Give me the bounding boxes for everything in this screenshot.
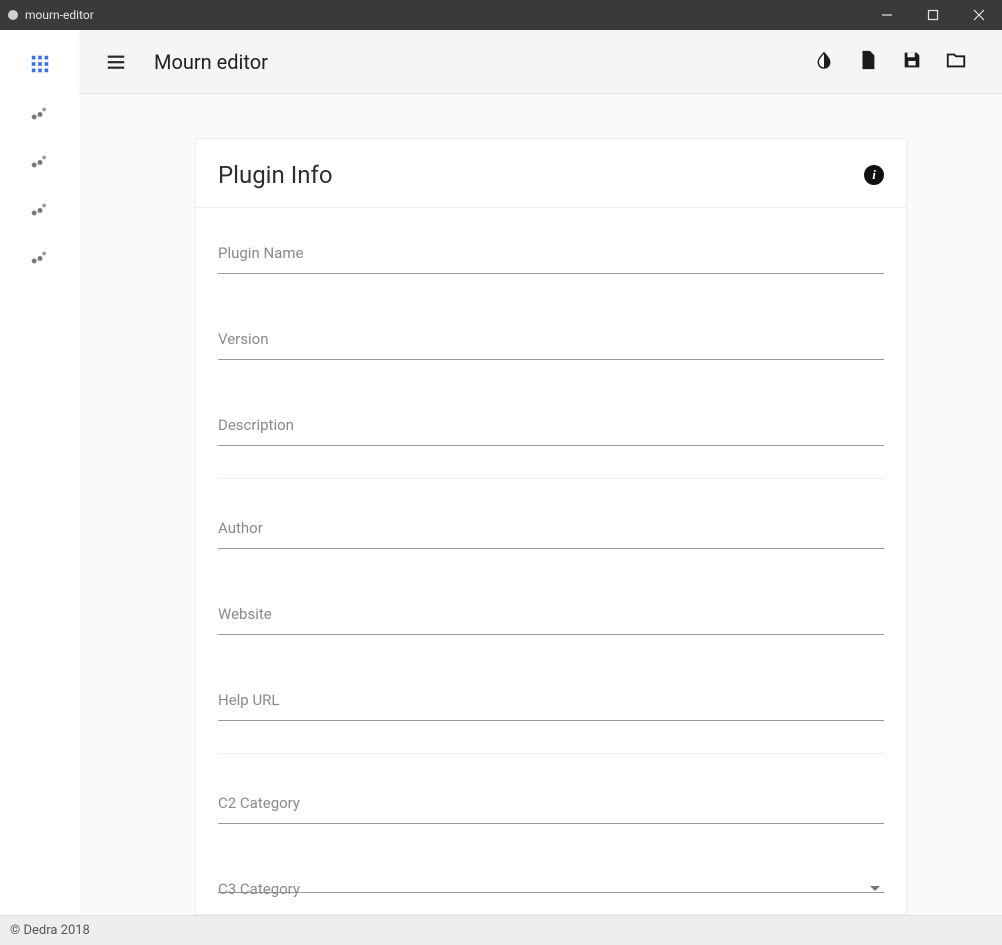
menu-button[interactable]	[96, 42, 136, 82]
version-input[interactable]	[218, 330, 884, 360]
footer: © Dedra 2018	[0, 915, 1002, 945]
card-header: Plugin Info i	[196, 139, 906, 208]
scatter-icon	[30, 246, 50, 270]
field-version: Version	[218, 306, 884, 360]
field-c2-category: C2 Category	[218, 770, 884, 824]
folder-icon	[945, 49, 967, 75]
field-c3-category: C3 Category	[218, 856, 884, 893]
sidebar-item-2[interactable]	[16, 138, 64, 186]
field-website: Website	[218, 581, 884, 635]
field-description: Description	[218, 392, 884, 446]
sidebar-item-3[interactable]	[16, 186, 64, 234]
window-titlebar: mourn-editor	[0, 0, 1002, 30]
field-help-url: Help URL	[218, 667, 884, 721]
app-indicator-icon	[8, 10, 18, 20]
window-close-button[interactable]	[956, 0, 1002, 30]
new-file-button[interactable]	[846, 40, 890, 84]
sidebar-item-1[interactable]	[16, 90, 64, 138]
window-minimize-button[interactable]	[864, 0, 910, 30]
divider	[218, 753, 884, 754]
field-author: Author	[218, 495, 884, 549]
plugin-info-card: Plugin Info i Plugin Name Version	[195, 138, 907, 915]
scatter-icon	[30, 150, 50, 174]
app-bar: Mourn editor	[80, 30, 1002, 94]
c2-category-input[interactable]	[218, 794, 884, 824]
help-url-input[interactable]	[218, 691, 884, 721]
chevron-down-icon	[870, 886, 880, 891]
window-title: mourn-editor	[25, 8, 94, 22]
left-sidebar	[0, 30, 80, 915]
apps-icon	[29, 53, 51, 79]
save-button[interactable]	[890, 40, 934, 84]
card-title: Plugin Info	[218, 161, 333, 189]
copyright-text: © Dedra 2018	[10, 923, 90, 938]
app-title: Mourn editor	[154, 50, 268, 74]
invert-colors-icon	[813, 49, 835, 75]
info-icon[interactable]: i	[864, 165, 884, 185]
invert-colors-button[interactable]	[802, 40, 846, 84]
content-scroll[interactable]: Plugin Info i Plugin Name Version	[80, 94, 1002, 915]
author-input[interactable]	[218, 519, 884, 549]
scatter-icon	[30, 198, 50, 222]
file-icon	[857, 49, 879, 75]
field-plugin-name: Plugin Name	[218, 220, 884, 274]
c3-category-select[interactable]	[218, 880, 884, 893]
plugin-name-input[interactable]	[218, 244, 884, 274]
sidebar-item-4[interactable]	[16, 234, 64, 282]
divider	[218, 478, 884, 479]
sidebar-item-apps[interactable]	[16, 42, 64, 90]
description-input[interactable]	[218, 416, 884, 446]
open-folder-button[interactable]	[934, 40, 978, 84]
window-maximize-button[interactable]	[910, 0, 956, 30]
website-input[interactable]	[218, 605, 884, 635]
save-icon	[901, 49, 923, 75]
scatter-icon	[30, 102, 50, 126]
